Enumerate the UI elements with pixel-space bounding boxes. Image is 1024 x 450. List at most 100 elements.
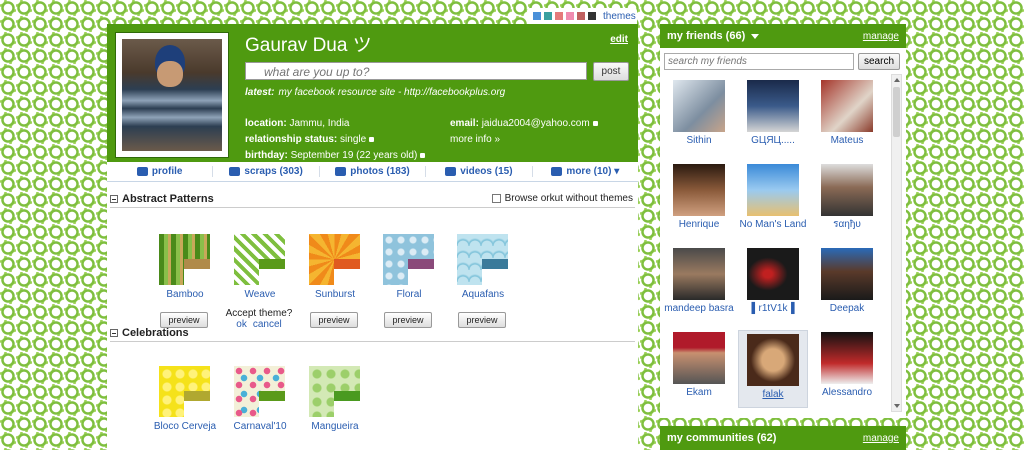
friend-item[interactable]: Mateus <box>812 80 882 147</box>
theme-mini-preview <box>334 259 360 285</box>
friend-name: Alessandro <box>821 387 873 398</box>
friends-panel: my friends (66) manage search Sithin GЦЯ… <box>660 24 906 418</box>
tab-label: videos (15) <box>460 166 513 177</box>
birthday-value: September 19 (22 years old) <box>290 150 418 161</box>
theme-swatch[interactable] <box>566 12 574 20</box>
theme-mini-preview <box>408 259 434 285</box>
plus-icon <box>551 166 563 176</box>
friend-item[interactable]: Henrique <box>664 164 734 231</box>
theme-weave[interactable]: Weave <box>234 234 286 300</box>
friends-search-row: search <box>660 48 906 74</box>
friend-item[interactable]: Deepak <box>812 248 882 315</box>
avatar <box>673 164 725 216</box>
avatar <box>747 334 799 386</box>
avatar <box>673 80 725 132</box>
theme-name: Bloco Cerveja <box>153 421 217 432</box>
accept-theme-text: Accept theme? <box>225 308 293 319</box>
lock-icon <box>369 136 375 142</box>
tab-more[interactable]: more (10) ▾ <box>533 166 638 177</box>
theme-name: Floral <box>396 289 422 300</box>
friend-name: Henrique <box>678 219 720 230</box>
tab-profile[interactable]: profile <box>107 166 214 177</box>
camera-icon <box>335 166 347 176</box>
status-input[interactable] <box>245 62 587 80</box>
chevron-down-icon[interactable] <box>751 33 760 39</box>
theme-thumbnail <box>159 234 210 285</box>
theme-swatch[interactable] <box>533 12 541 20</box>
profile-main-column: Gaurav Dua ツ edit post latest:my faceboo… <box>107 24 638 450</box>
theme-name: Sunburst <box>314 289 356 300</box>
location-value: Jammu, India <box>289 118 350 129</box>
scroll-down-icon[interactable] <box>894 404 900 408</box>
theme-thumbnail <box>309 366 360 417</box>
theme-swatch[interactable] <box>577 12 585 20</box>
friend-item-selected[interactable]: falak <box>738 330 808 408</box>
face-shape <box>157 61 183 87</box>
tab-label: photos (183) <box>350 166 410 177</box>
profile-tabs: profile scraps (303) photos (183) videos… <box>107 162 638 182</box>
friend-item[interactable]: mandeep basra <box>664 248 734 315</box>
communities-title[interactable]: my communities (62) <box>667 432 776 444</box>
scroll-up-icon[interactable] <box>894 78 900 82</box>
avatar <box>747 248 799 300</box>
friend-name: Deepak <box>829 303 865 314</box>
theme-swatch[interactable] <box>544 12 552 20</box>
edit-link[interactable]: edit <box>610 34 628 45</box>
theme-mini-preview <box>259 259 285 285</box>
theme-name: Aquafans <box>461 289 505 300</box>
latest-text[interactable]: my facebook resource site - http://faceb… <box>278 87 505 98</box>
friends-search-button[interactable]: search <box>858 53 900 70</box>
theme-bloco-cerveja[interactable]: Bloco Cerveja <box>154 366 216 432</box>
collapse-icon[interactable] <box>110 328 118 337</box>
post-button[interactable]: post <box>593 62 629 81</box>
themes-link[interactable]: themes <box>603 11 636 22</box>
friend-item[interactable]: Ekam <box>664 332 734 399</box>
profile-photo-frame[interactable] <box>115 32 229 158</box>
theme-mini-preview <box>334 391 360 417</box>
friend-name: falak <box>762 389 784 400</box>
friend-item[interactable]: รαηђυ <box>812 164 882 231</box>
friend-name: ▌r1tV1k▐ <box>751 303 795 314</box>
browse-without-themes[interactable]: Browse orkut without themes <box>491 193 633 204</box>
theme-swatch[interactable] <box>555 12 563 20</box>
friends-search-input[interactable] <box>664 53 854 70</box>
theme-mini-preview <box>184 391 210 417</box>
theme-floral[interactable]: Floral <box>383 234 435 300</box>
theme-mini-preview <box>259 391 285 417</box>
friend-item[interactable]: GЦЯЦ..... <box>738 80 808 147</box>
profile-info-right: email: jaidua2004@yahoo.com more info » <box>450 116 598 148</box>
email-label: email: <box>450 118 479 129</box>
friend-item[interactable]: Alessandro <box>812 332 882 399</box>
theme-mangueira[interactable]: Mangueira <box>309 366 361 432</box>
tab-scraps[interactable]: scraps (303) <box>213 166 320 177</box>
theme-thumbnail <box>309 234 360 285</box>
friend-item[interactable]: No Man's Land <box>738 164 808 231</box>
theme-swatch[interactable] <box>588 12 596 20</box>
tab-videos[interactable]: videos (15) <box>426 166 533 177</box>
friend-item[interactable]: Sithin <box>664 80 734 147</box>
theme-aquafans[interactable]: Aquafans <box>457 234 509 300</box>
theme-bamboo[interactable]: Bamboo <box>159 234 211 300</box>
avatar <box>821 332 873 384</box>
latest-label: latest: <box>245 87 275 98</box>
scroll-thumb[interactable] <box>893 87 900 137</box>
browse-without-themes-checkbox[interactable] <box>491 194 501 203</box>
friend-item[interactable]: ▌r1tV1k▐ <box>738 248 808 315</box>
theme-sunburst[interactable]: Sunburst <box>309 234 361 300</box>
section-title: Abstract Patterns <box>122 192 214 205</box>
tab-photos[interactable]: photos (183) <box>320 166 427 177</box>
theme-thumbnail <box>234 234 285 285</box>
more-info-link[interactable]: more info » <box>450 134 500 145</box>
collapse-icon[interactable] <box>110 194 118 203</box>
theme-thumbnail <box>234 366 285 417</box>
theme-mini-preview <box>184 259 210 285</box>
theme-carnaval10[interactable]: Carnaval'10 <box>233 366 287 432</box>
friends-manage-link[interactable]: manage <box>863 31 899 42</box>
friends-scrollbar[interactable] <box>891 74 902 412</box>
lock-icon <box>592 120 598 126</box>
friend-name: Ekam <box>686 387 712 398</box>
friends-title[interactable]: my friends (66) <box>667 30 745 42</box>
communities-manage-link[interactable]: manage <box>863 433 899 444</box>
browse-without-themes-label: Browse orkut without themes <box>504 193 633 204</box>
theme-thumbnail <box>457 234 508 285</box>
